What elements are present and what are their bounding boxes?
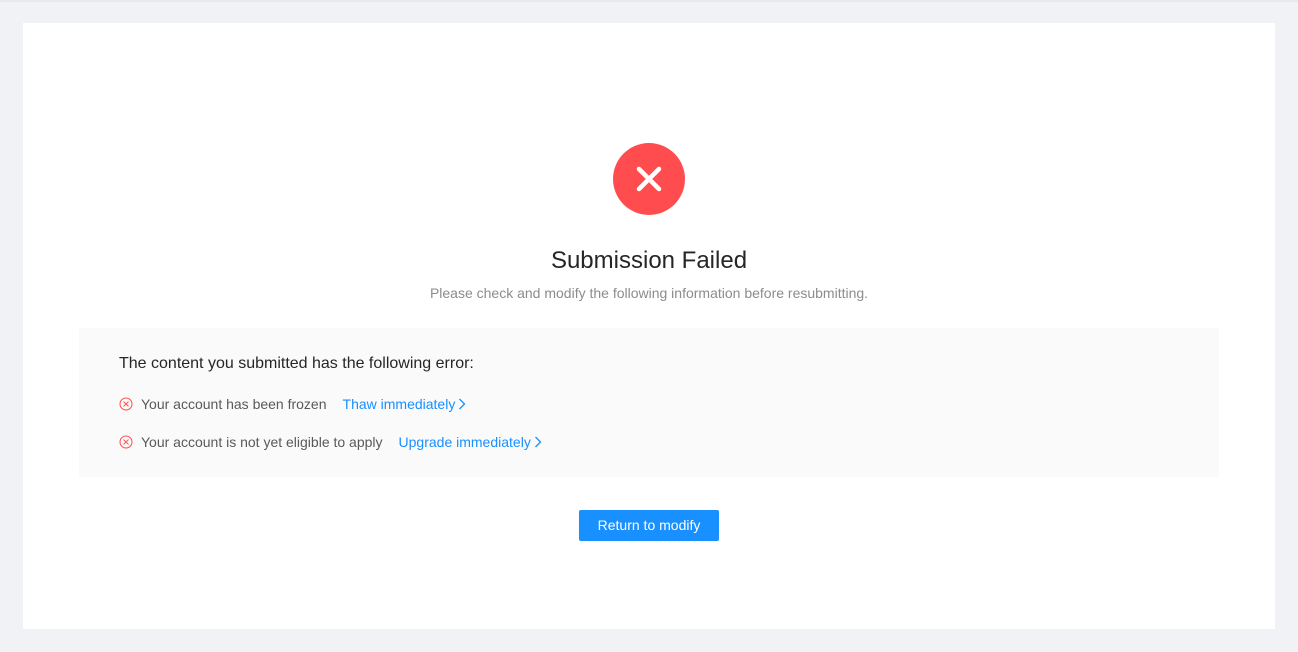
close-circle-icon — [613, 143, 685, 215]
close-circle-outline-icon — [119, 435, 133, 449]
upgrade-link-label[interactable]: Upgrade immediately — [399, 434, 531, 450]
result-subtitle: Please check and modify the following in… — [429, 285, 869, 301]
thaw-link-label[interactable]: Thaw immediately — [343, 396, 456, 412]
error-text: Your account has been frozen — [141, 396, 327, 412]
return-to-modify-button[interactable]: Return to modify — [579, 510, 719, 541]
error-heading: The content you submitted has the follow… — [119, 355, 474, 372]
error-text: Your account is not yet eligible to appl… — [141, 434, 383, 450]
result-card: Submission Failed Please check and modif… — [23, 23, 1275, 629]
thaw-immediately-link[interactable]: Thaw immediately — [343, 396, 467, 412]
x-mark — [636, 166, 662, 192]
chevron-right-icon[interactable] — [534, 436, 542, 448]
result-title: Submission Failed — [550, 247, 748, 274]
chevron-right-icon[interactable] — [458, 398, 466, 410]
error-item: Your account has been frozen Thaw immedi… — [119, 394, 466, 414]
upgrade-immediately-link[interactable]: Upgrade immediately — [399, 434, 542, 450]
error-details-box: The content you submitted has the follow… — [79, 328, 1219, 477]
top-strip — [0, 0, 1298, 2]
error-item: Your account is not yet eligible to appl… — [119, 432, 542, 452]
close-circle-outline-icon — [119, 397, 133, 411]
